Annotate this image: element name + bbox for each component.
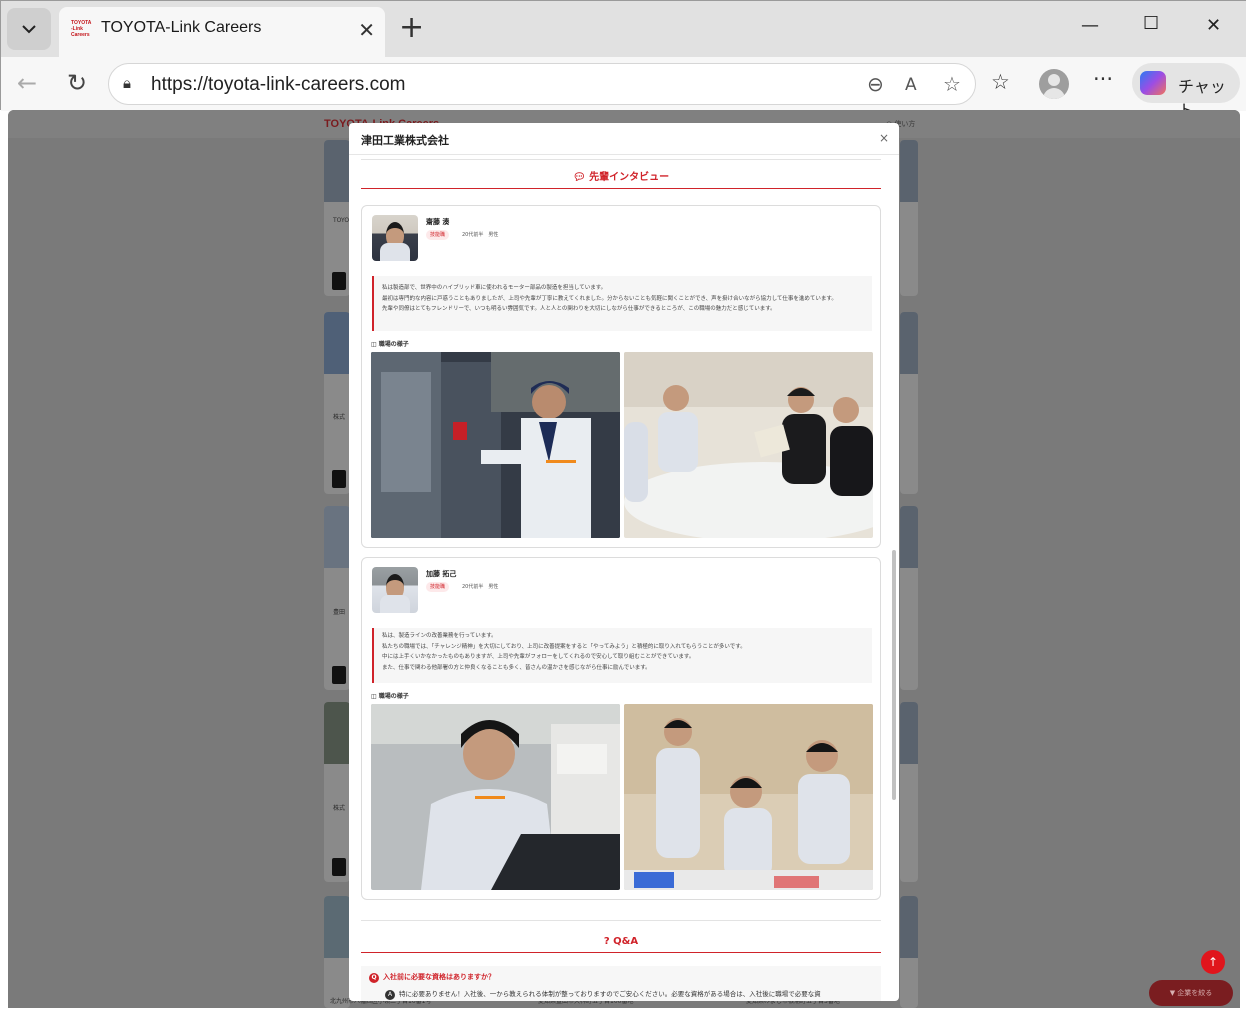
avatar xyxy=(372,567,418,613)
company-card xyxy=(900,702,918,882)
qa-item: Q 入社前に必要な資格はありますか？ A 特に必要ありません！入社後、一から教えられ… xyxy=(361,966,881,1001)
filter-label: 企業を絞る xyxy=(1177,989,1213,997)
favorites-icon[interactable]: ☆ xyxy=(991,70,1010,94)
quote-line: 中には上手くいかなかったものもありますが、上司や先輩がフォローをしてくれるので安… xyxy=(382,654,695,660)
interviewee-meta: 20代前半 男性 xyxy=(462,584,499,590)
camera-icon: ◫ xyxy=(371,341,379,348)
address-bar-row: ← ↻ 🔒︎ https://toyota-link-careers.com ⊖… xyxy=(1,57,1246,120)
company-card xyxy=(324,506,350,690)
job-badge: 技能職 xyxy=(426,230,450,240)
interview-section-heading: 💬︎ 先輩インタビュー xyxy=(361,165,881,189)
quote-line: 私は、製造ラインの改善業務を行っています。 xyxy=(382,633,497,639)
tab-bar: TOYOTA -Link Careers TOYOTA-Link Careers… xyxy=(1,1,1246,57)
divider xyxy=(361,920,881,921)
qa-heading: Q&A xyxy=(613,936,639,947)
quote-line: 私たちの職場では、「チャレンジ精神」を大切にしており、上司に改善提案をすると「や… xyxy=(382,643,746,650)
interviewee-meta: 20代前半 男性 xyxy=(462,232,499,238)
interview-heading: 先輩インタビュー xyxy=(589,172,670,183)
divider xyxy=(361,159,881,160)
chevron-down-icon xyxy=(22,25,36,34)
quote-line: 先輩や同僚はとてもフレンドリーで、いつも明るい雰囲気です。人と人との関わりを大切… xyxy=(382,306,776,312)
interview-card: 加藤 拓己 技能職 20代前半 男性 私は、製造ラインの改善業務を行っています。… xyxy=(361,557,881,900)
close-icon[interactable]: × xyxy=(879,131,889,145)
new-tab-icon[interactable]: + xyxy=(399,11,424,45)
avatar xyxy=(372,215,418,261)
quote-line: 私は製造部で、世界中のハイブリッド車に使われるモーター部品の製造を担当しています… xyxy=(382,285,607,291)
workplace-label: ◫ 職場の様子 xyxy=(371,341,409,348)
a-icon: A xyxy=(385,990,395,1000)
favorite-star-icon[interactable]: ☆ xyxy=(943,72,961,96)
quote-line: 最初は専門的な内容に戸惑うこともありましたが、上司や先輩が丁寧に教えてくれました… xyxy=(382,295,837,302)
window-close-icon[interactable]: ✕ xyxy=(1206,15,1221,36)
quote-line: また、仕事で関わる他部署の方と仲良くなることも多く、皆さんの温かさを感じながら仕… xyxy=(382,664,651,671)
tab-list-button[interactable] xyxy=(7,8,51,50)
copilot-icon xyxy=(1140,71,1166,95)
maximize-icon[interactable]: ☐ xyxy=(1143,13,1159,34)
profile-avatar-icon[interactable] xyxy=(1039,69,1069,99)
company-name: TOYO xyxy=(333,217,350,224)
lock-icon: 🔒︎ xyxy=(123,74,131,92)
workplace-photo xyxy=(624,352,873,538)
tab-title: TOYOTA-Link Careers xyxy=(101,19,262,36)
interview-card: 齋藤 湊 技能職 20代前半 男性 私は製造部で、世界中のハイブリッド車に使われ… xyxy=(361,205,881,548)
close-tab-icon[interactable]: ✕ xyxy=(358,18,375,42)
modal-header: 津田工業株式会社 × xyxy=(349,123,899,155)
browser-chrome: TOYOTA -Link Careers TOYOTA-Link Careers… xyxy=(0,0,1246,120)
interviewee-name: 加藤 拓己 xyxy=(426,570,457,578)
filter-companies-button[interactable]: ▼ 企業を絞る xyxy=(1149,980,1233,1006)
company-card xyxy=(324,312,350,494)
company-card xyxy=(900,506,918,690)
url-text[interactable]: https://toyota-link-careers.com xyxy=(151,74,405,96)
browser-tab[interactable]: TOYOTA -Link Careers TOYOTA-Link Careers… xyxy=(59,7,385,57)
company-name: 豊田 xyxy=(333,609,346,616)
company-card xyxy=(324,702,350,882)
copilot-button[interactable]: チャット xyxy=(1132,63,1240,120)
company-card xyxy=(900,896,918,1008)
job-badge: 技能職 xyxy=(426,582,450,592)
company-name: 株式 xyxy=(333,805,346,812)
company-card xyxy=(324,896,350,1008)
interview-quote: 私は製造部で、世界中のハイブリッド車に使われるモーター部品の製造を担当しています… xyxy=(372,276,872,331)
favicon-icon: TOYOTA -Link Careers xyxy=(71,20,92,38)
qa-question: Q 入社前に必要な資格はありますか？ xyxy=(369,972,495,983)
address-bar[interactable]: 🔒︎ https://toyota-link-careers.com ⊖ A ☆ xyxy=(108,63,976,105)
question-mark-icon: ? xyxy=(603,936,614,947)
company-card xyxy=(900,312,918,494)
zoom-icon[interactable]: ⊖ xyxy=(867,72,884,96)
minimize-icon[interactable]: — xyxy=(1081,15,1099,36)
modal-scrollbar[interactable] xyxy=(892,550,896,800)
interviewee-name: 齋藤 湊 xyxy=(426,218,450,226)
company-card xyxy=(900,140,918,296)
read-aloud-icon[interactable]: A xyxy=(905,75,917,95)
qa-answer: A 特に必要ありません！入社後、一から教えられる体制が整っておりますのでご安心くだ… xyxy=(385,988,821,1000)
camera-icon: ◫ xyxy=(371,693,379,700)
workplace-label: ◫ 職場の様子 xyxy=(371,693,409,700)
back-icon[interactable]: ← xyxy=(17,69,37,97)
workplace-photo xyxy=(371,352,620,538)
modal-title: 津田工業株式会社 xyxy=(361,134,449,147)
interview-icon: 💬︎ xyxy=(572,172,590,183)
qa-section-heading: ? Q&A xyxy=(361,929,881,953)
q-icon: Q xyxy=(369,973,379,983)
workplace-photo xyxy=(371,704,620,890)
company-modal: 津田工業株式会社 × 💬︎ 先輩インタビュー 齋藤 湊 技能職 20代前半 男性… xyxy=(349,123,899,1001)
scroll-top-button[interactable]: ↑ xyxy=(1201,950,1225,974)
refresh-icon[interactable]: ↻ xyxy=(67,69,87,97)
interview-quote: 私は、製造ラインの改善業務を行っています。 私たちの職場では、「チャレンジ精神」… xyxy=(372,628,872,683)
arrow-up-icon: ↑ xyxy=(1207,955,1219,969)
workplace-photo xyxy=(624,704,873,890)
company-name: 株式 xyxy=(333,414,346,421)
more-options-icon[interactable]: ··· xyxy=(1093,67,1113,91)
